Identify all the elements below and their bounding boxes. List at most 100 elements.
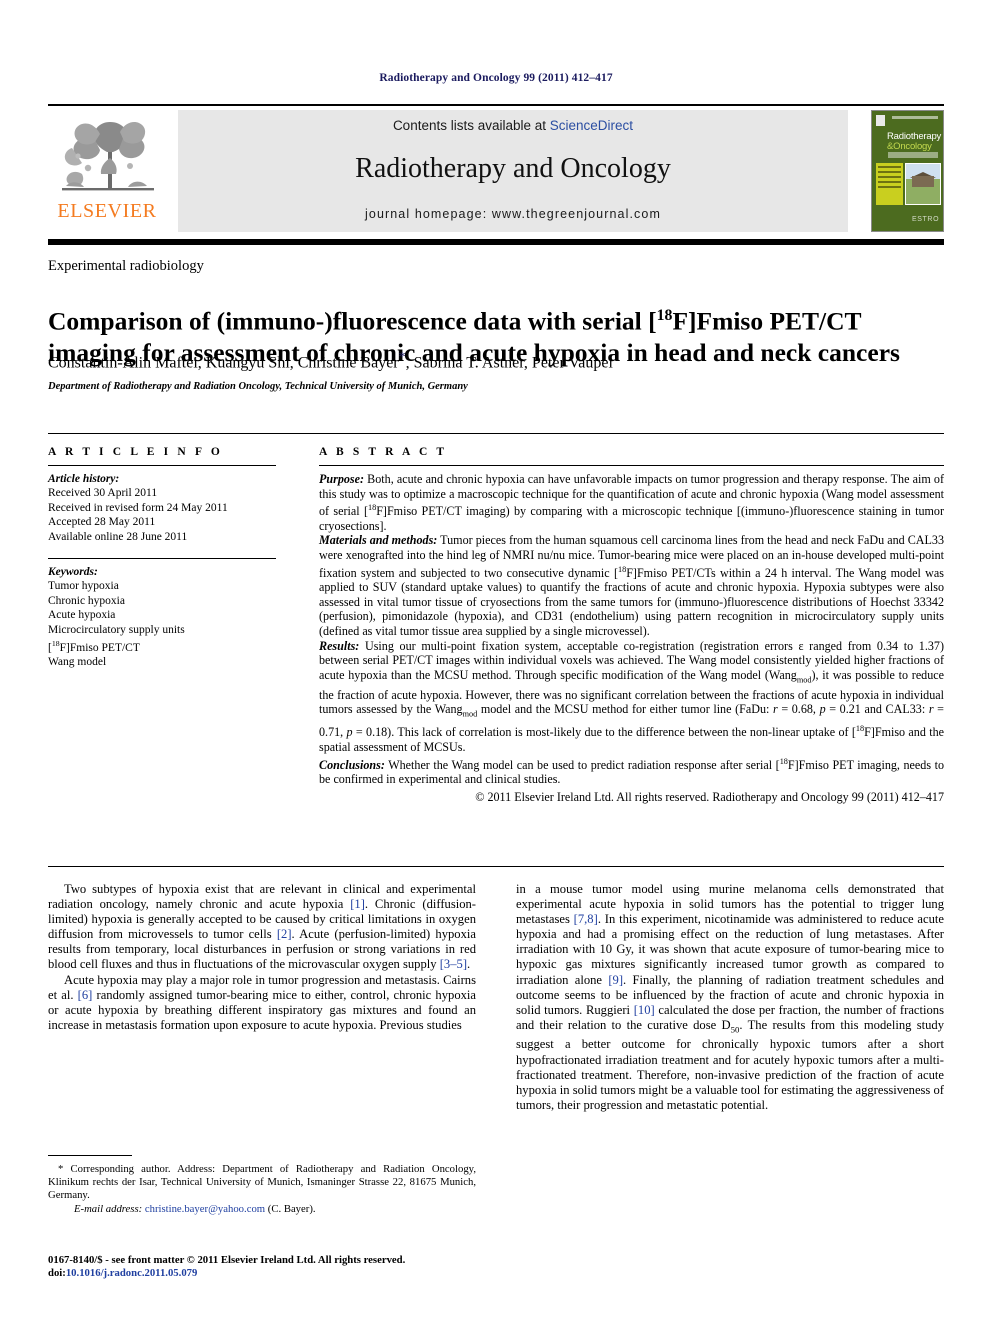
abstract-conclusions: Conclusions: Whether the Wang model can …	[319, 755, 944, 787]
cover-yellow-panel	[876, 163, 903, 205]
keyword-item: Wang model	[48, 656, 107, 669]
journal-cover-thumbnail: Radiotherapy &Oncology ESTRO	[871, 110, 944, 232]
abstract-conclusions-sup: 18	[779, 756, 788, 766]
abstract-divider	[319, 465, 944, 466]
history-item: Received 30 April 2011	[48, 487, 158, 500]
authors-main: Constantin-Alin Maftei, Kuangyu Shi, Chr…	[48, 354, 399, 372]
author-affiliation: Department of Radiotherapy and Radiation…	[48, 381, 468, 392]
abstract-conclusions-a: Whether the Wang model can be used to pr…	[384, 757, 780, 772]
article-info-column: A R T I C L E I N F O Article history: R…	[48, 446, 276, 670]
keywords-label: Keywords:	[48, 566, 98, 579]
abstract-purpose: Purpose: Both, acute and chronic hypoxia…	[319, 472, 944, 533]
keyword-item: Microcirculatory supply units	[48, 623, 185, 636]
abstract-results: Results: Using our multi-point fixation …	[319, 639, 944, 755]
footnote-address-text: Corresponding author. Address: Departmen…	[48, 1163, 476, 1202]
cover-brand-mark: ESTRO	[912, 216, 940, 223]
keywords-divider	[48, 558, 276, 560]
elsevier-logo: ELSEVIER	[48, 112, 166, 232]
abstract-results-c: model and the MCSU method for either tum…	[477, 702, 773, 717]
article-section-kicker: Experimental radiobiology	[48, 258, 204, 274]
cover-photo	[905, 163, 941, 205]
footnote-rule	[48, 1155, 132, 1156]
running-head: Radiotherapy and Oncology 99 (2011) 412–…	[379, 72, 613, 84]
citation-ref[interactable]: [2]	[277, 927, 292, 941]
abstract-methods-label: Materials and methods:	[319, 533, 438, 548]
email-owner: (C. Bayer).	[265, 1202, 316, 1215]
title-part-1: Comparison of (immuno-)fluorescence data…	[48, 306, 657, 336]
abstract-top-rule	[48, 433, 944, 434]
citation-ref[interactable]: [6]	[78, 988, 93, 1002]
corresponding-author-footnote: * Corresponding author. Address: Departm…	[48, 1163, 476, 1216]
body-paragraph: Two subtypes of hypoxia exist that are r…	[48, 882, 476, 973]
abstract-heading: A B S T R A C T	[319, 446, 448, 458]
citation-ref[interactable]: [1]	[350, 897, 365, 911]
footnote-email-line: E-mail address: christine.bayer@yahoo.co…	[48, 1203, 476, 1216]
keyword-fmiso-sup: 18	[51, 639, 60, 649]
citation-ref[interactable]: [9]	[608, 973, 623, 987]
abstract-purpose-label: Purpose:	[319, 472, 365, 486]
footnote-address: * Corresponding author. Address: Departm…	[48, 1163, 476, 1203]
sciencedirect-link[interactable]: ScienceDirect	[550, 118, 633, 133]
history-item: Available online 28 June 2011	[48, 530, 188, 543]
left-p2-b: randomly assigned tumor-bearing mice to …	[48, 987, 477, 1032]
header-top-rule	[48, 104, 944, 106]
history-item: Accepted 28 May 2011	[48, 516, 156, 529]
elsevier-wordmark: ELSEVIER	[57, 200, 157, 222]
history-item: Received in revised form 24 May 2011	[48, 501, 228, 514]
abstract-methods-sup: 18	[617, 564, 627, 574]
cover-title-line2: &Oncology	[887, 141, 932, 152]
journal-homepage-link[interactable]: journal homepage: www.thegreenjournal.co…	[178, 207, 848, 221]
contents-available-line: Contents lists available at ScienceDirec…	[178, 118, 848, 133]
keyword-item: Tumor hypoxia	[48, 580, 119, 593]
email-link[interactable]: christine.bayer@yahoo.com	[145, 1203, 265, 1215]
journal-header: ELSEVIER Contents lists available at Sci…	[48, 110, 944, 232]
body-paragraph: in a mouse tumor model using murine mela…	[516, 882, 944, 1113]
keyword-item-fmiso: [18F]Fmiso PET/CT	[48, 637, 276, 655]
journal-article-page: Radiotherapy and Oncology 99 (2011) 412–…	[0, 0, 992, 1323]
contents-prefix: Contents lists available at	[392, 118, 550, 133]
citation-ref[interactable]: [3–5]	[440, 957, 467, 971]
keyword-item: Chronic hypoxia	[48, 594, 125, 607]
cover-top-text-rule	[892, 116, 938, 119]
doi-link[interactable]: 10.1016/j.radonc.2011.05.079	[66, 1267, 198, 1279]
abstract-results-sup-2: 18	[855, 724, 865, 734]
body-column-right: in a mouse tumor model using murine mela…	[516, 882, 944, 1113]
left-p1-d: .	[467, 957, 471, 972]
issn-line: 0167-8140/$ - see front matter © 2011 El…	[48, 1254, 406, 1266]
abstract-results-sub-1: mod	[796, 675, 812, 685]
title-isotope-18: 18	[656, 307, 673, 325]
abstract-results-d: = 0.68,	[777, 702, 820, 717]
doi-line: doi:10.1016/j.radonc.2011.05.079	[48, 1267, 548, 1280]
abstract-body: Purpose: Both, acute and chronic hypoxia…	[319, 472, 944, 804]
article-history-label: Article history:	[48, 473, 120, 485]
email-address-label: E-mail address:	[74, 1202, 143, 1215]
keyword-item: Acute hypoxia	[48, 609, 116, 622]
abstract-purpose-b: F]Fmiso PET/CT imaging) by comparing wit…	[319, 504, 944, 533]
abstract-results-g: = 0.18). This lack of correlation is mos…	[352, 725, 856, 740]
abstract-column: A B S T R A C T Purpose: Both, acute and…	[319, 446, 944, 804]
article-info-divider	[48, 465, 276, 466]
article-info-heading: A R T I C L E I N F O	[48, 446, 223, 458]
author-list: Constantin-Alin Maftei, Kuangyu Shi, Chr…	[48, 350, 938, 372]
authors-tail: , Sabrina T. Astner, Peter Vaupel	[405, 354, 613, 372]
issn-copyright-block: 0167-8140/$ - see front matter © 2011 El…	[48, 1254, 548, 1281]
keywords-block: Keywords: Tumor hypoxia Chronic hypoxia …	[48, 565, 276, 670]
abstract-methods: Materials and methods: Tumor pieces from…	[319, 533, 944, 638]
elsevier-tree-icon	[62, 122, 154, 191]
abstract-results-e: = 0.21 and CAL33:	[825, 702, 929, 717]
cover-elsevier-icon	[876, 115, 885, 126]
citation-ref[interactable]: [7,8]	[574, 912, 598, 926]
cover-photo-building	[912, 176, 934, 187]
contents-band: Contents lists available at ScienceDirec…	[178, 110, 848, 232]
citation-ref[interactable]: [10]	[634, 1003, 655, 1017]
abstract-conclusions-label: Conclusions:	[319, 757, 385, 772]
doi-label: doi:	[48, 1267, 66, 1280]
abstract-results-sub-2: mod	[462, 709, 478, 719]
article-history-block: Article history: Received 30 April 2011 …	[48, 472, 276, 544]
abstract-results-label: Results:	[319, 638, 360, 653]
corresponding-author-marker: *	[398, 350, 406, 365]
header-thick-rule	[48, 239, 944, 245]
abstract-purpose-sup: 18	[367, 503, 377, 513]
keyword-fmiso-post: F]Fmiso PET/CT	[59, 641, 140, 654]
abstract-copyright: © 2011 Elsevier Ireland Ltd. All rights …	[475, 789, 944, 804]
